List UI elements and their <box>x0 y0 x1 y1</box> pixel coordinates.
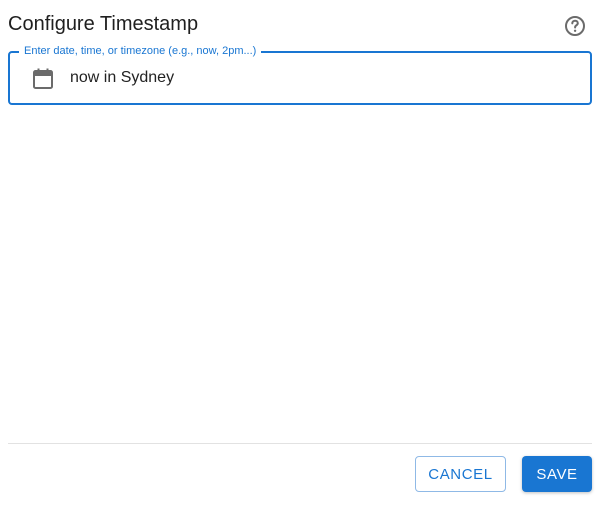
timestamp-field[interactable]: Enter date, time, or timezone (e.g., now… <box>8 44 592 105</box>
save-button[interactable]: SAVE <box>522 456 592 492</box>
timestamp-input[interactable] <box>70 65 570 91</box>
actions-divider <box>8 443 592 444</box>
configure-timestamp-dialog: Configure Timestamp Enter date, time, or… <box>0 0 600 520</box>
dialog-title: Configure Timestamp <box>8 13 199 35</box>
calendar-icon[interactable] <box>31 67 55 91</box>
cancel-button[interactable]: CANCEL <box>415 456 506 492</box>
timestamp-field-label: Enter date, time, or timezone (e.g., now… <box>19 44 262 58</box>
help-icon[interactable] <box>563 14 587 38</box>
